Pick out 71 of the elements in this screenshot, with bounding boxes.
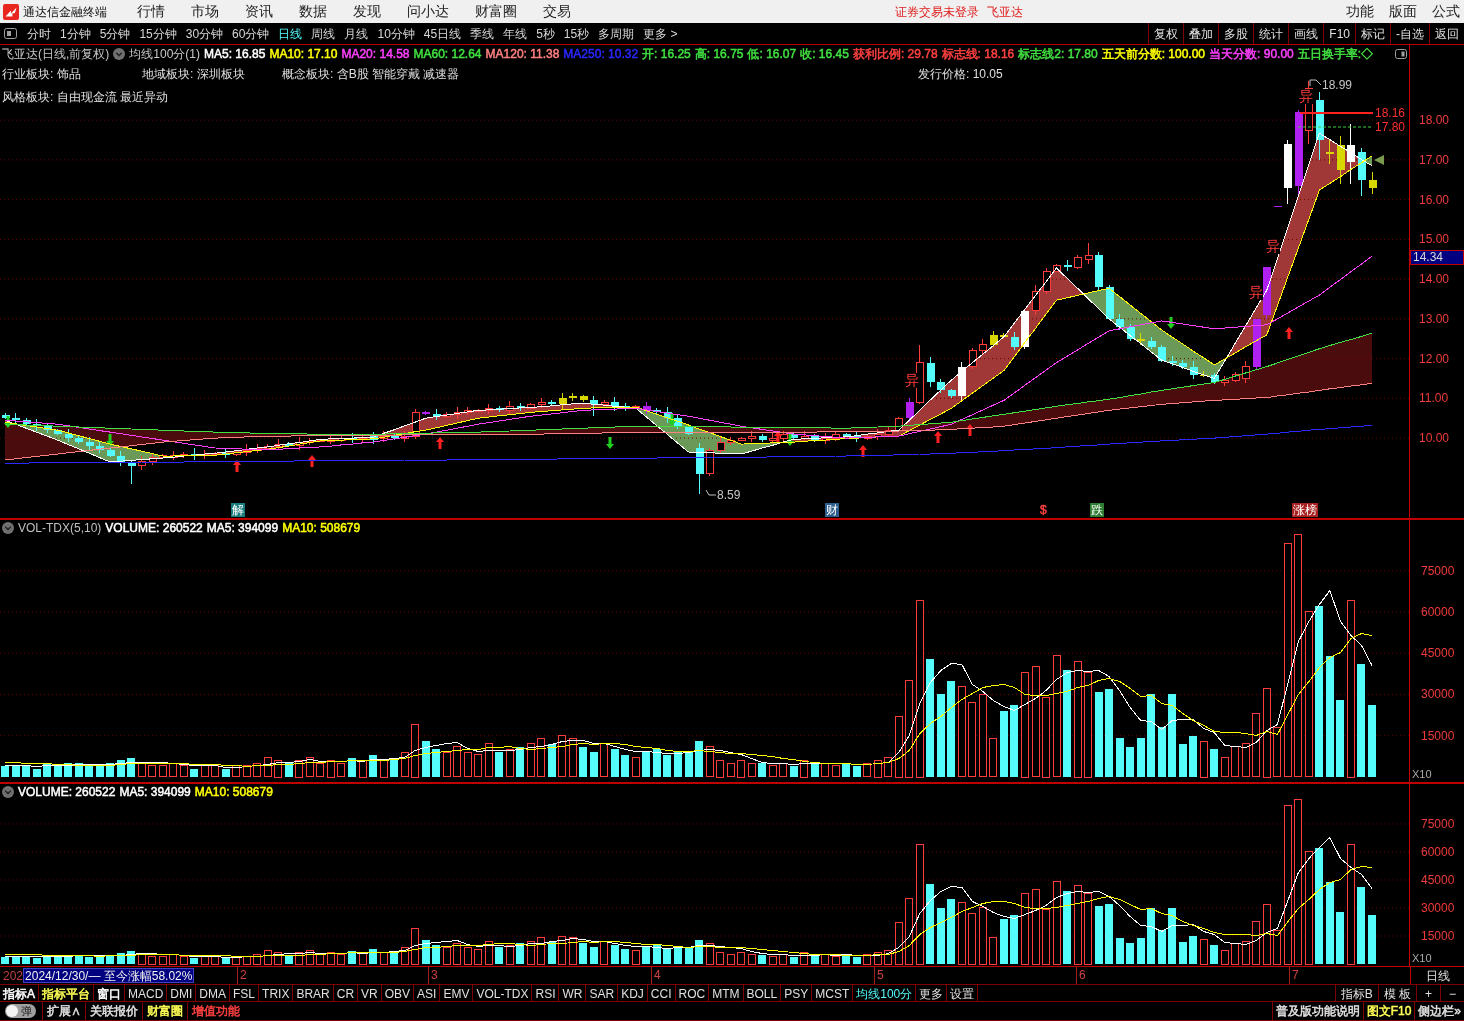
signal-label: 异: [1266, 239, 1280, 254]
sector-info: 行业板块: 饰品: [2, 67, 81, 81]
indicator-value: 标志线2: 17.80: [1018, 46, 1098, 63]
indicator-value: 标志线: 18.16: [941, 46, 1015, 63]
legend-label: MA60: 12.64: [413, 46, 482, 63]
month-label: 3: [428, 967, 438, 984]
legend-label: MA120: 11.38: [485, 46, 560, 63]
indicator-value: 当天分数: 90.00: [1209, 46, 1294, 63]
price-tick-label: 15.00: [1419, 232, 1450, 247]
indicator-value: 五日换手率:◇: [1297, 46, 1374, 63]
month-label: 2: [237, 967, 247, 984]
legend-label: MA10: 17.10: [269, 46, 338, 63]
price-tick-label: 11.00: [1419, 391, 1449, 406]
legend-label: MA5: 16.85: [204, 46, 266, 63]
legend-label: MA5: 394099: [206, 519, 279, 537]
price-tick-label: 18.00: [1419, 113, 1450, 128]
month-label: 5: [874, 967, 884, 984]
indicator-value: 高: 16.75: [694, 46, 744, 63]
month-label: 4: [651, 967, 661, 984]
sector-info: 发行价格: 10.05: [918, 67, 1003, 81]
sector-info: 风格板块: 自由现金流 最近异动: [2, 89, 168, 106]
low-price-label: 8.59: [717, 488, 741, 502]
legend-label: MA20: 14.58: [341, 46, 410, 63]
indicator-value: 开: 16.25: [642, 46, 691, 63]
formula-name: 均线100分(1): [129, 46, 200, 63]
volume-tick-label: 30000: [1421, 687, 1455, 702]
volume-tick-label: 75000: [1421, 817, 1455, 831]
volume-tick-label: 30000: [1421, 901, 1455, 915]
legend-label: MA5: 394099: [119, 783, 191, 801]
date-label: 202: [2, 967, 24, 985]
volume-tick-label: 45000: [1421, 873, 1455, 887]
price-line-label: 17.80: [1375, 120, 1406, 134]
price-tick-label: 14.00: [1419, 272, 1450, 287]
app-title: 通达信金融终端: [23, 3, 107, 21]
period-label: 日线: [1425, 967, 1450, 985]
sector-info: 地域板块: 深圳板块: [142, 67, 245, 81]
indicator-name: VOL-TDX(5,10): [18, 519, 102, 537]
stock-title: 飞亚达(日线,前复权): [2, 46, 110, 63]
signal-label: 异: [1299, 89, 1313, 104]
volume-tick-label: 15000: [1421, 929, 1455, 943]
date-range-label: 2024/12/30/— 至今涨幅58.02%: [23, 968, 195, 983]
indicator-value: 收: 16.45: [800, 46, 849, 63]
indicator-value: 五天前分数: 100.00: [1101, 46, 1206, 63]
signal-label: 异: [905, 373, 919, 388]
indicator-value: 低: 16.07: [747, 46, 797, 63]
last-price-label: 14.34: [1410, 250, 1464, 265]
indicator-value: VOLUME: 260522: [18, 783, 116, 801]
high-price-label: 18.99: [1322, 78, 1353, 92]
price-line-label: 18.16: [1375, 106, 1406, 120]
month-label: 7: [1289, 967, 1299, 984]
price-tick-label: 17.00: [1419, 152, 1450, 167]
volume-tick-label: 60000: [1421, 605, 1455, 619]
price-tick-label: 16.00: [1419, 192, 1450, 207]
price-tick-label: 10.00: [1419, 431, 1450, 446]
indicator-value: 获利比例: 29.78: [852, 46, 938, 63]
volume-tick-label: 15000: [1421, 728, 1455, 743]
stock-name: 飞亚达: [987, 3, 1023, 21]
scale-label: X10: [1412, 952, 1432, 964]
price-tick-label: 13.00: [1419, 311, 1450, 326]
volume-tick-label: 60000: [1421, 845, 1455, 859]
legend-label: MA250: 10.32: [563, 46, 639, 63]
volume-tick-label: 75000: [1421, 563, 1455, 578]
month-label: 6: [1076, 967, 1086, 984]
indicator-value: VOLUME: 260522: [105, 519, 203, 537]
legend-label: MA10: 508679: [282, 519, 361, 537]
scale-label: X10: [1412, 768, 1432, 780]
price-tick-label: 12.00: [1419, 351, 1450, 366]
legend-label: MA10: 508679: [194, 783, 273, 801]
volume-tick-label: 45000: [1421, 646, 1455, 661]
sector-info: 概念板块: 含B股 智能穿戴 减速器: [282, 67, 460, 81]
signal-label: 异: [1249, 285, 1263, 300]
